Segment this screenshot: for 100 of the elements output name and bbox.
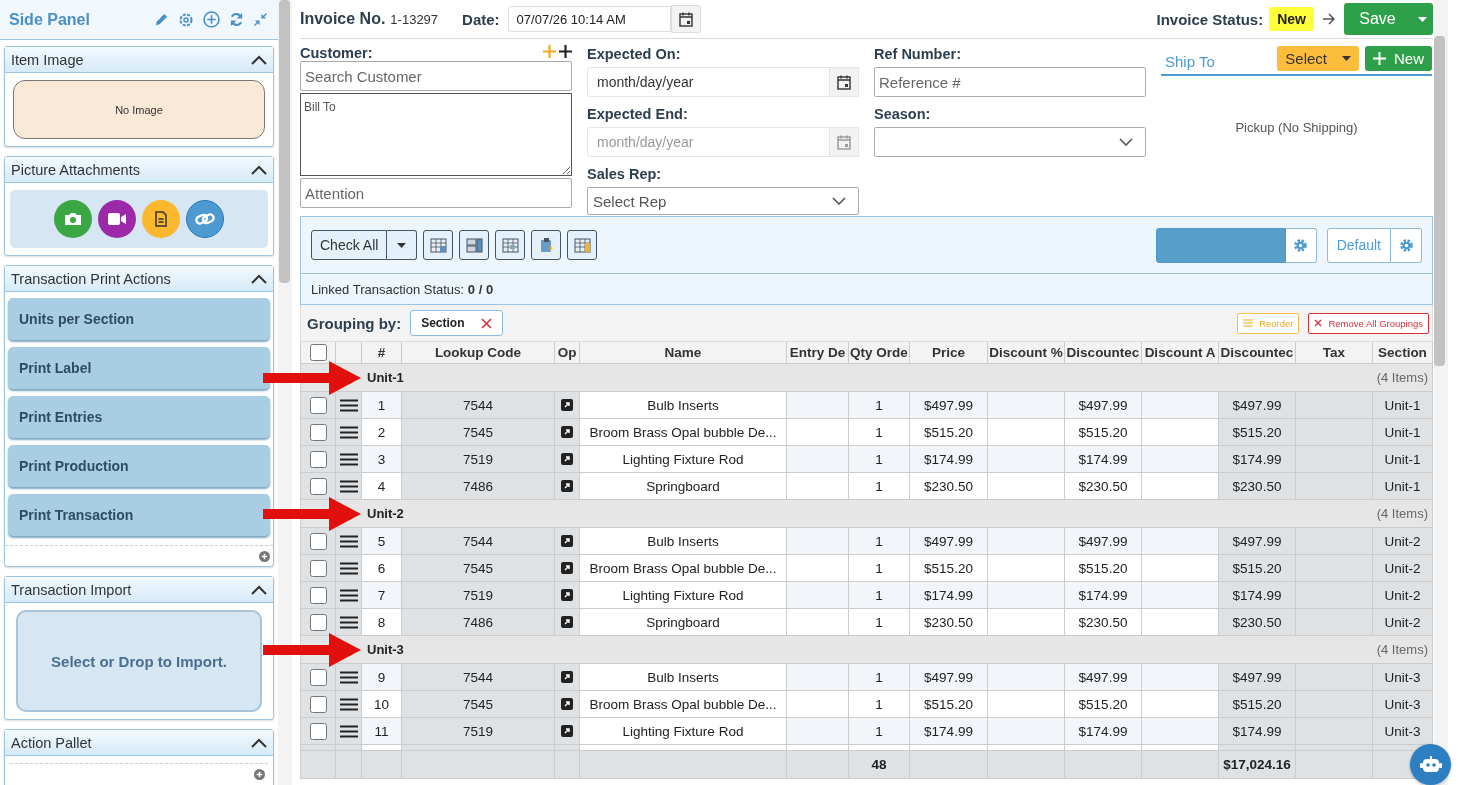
print-action-button[interactable]: Print Production (8, 445, 270, 487)
toolbar-button[interactable] (567, 230, 598, 260)
menu-icon[interactable] (339, 588, 358, 602)
scrollbar-thumb[interactable] (1434, 36, 1445, 366)
grouping-chip[interactable]: Section (410, 310, 503, 336)
panel-header[interactable]: Transaction Import (5, 577, 273, 603)
menu-icon[interactable] (339, 670, 358, 684)
date-field[interactable]: 07/07/26 10:14 AM (507, 6, 671, 32)
panel-header[interactable]: Item Image (5, 47, 273, 73)
calendar-button[interactable] (830, 67, 859, 97)
select-dropdown-button[interactable]: Select (1277, 45, 1359, 71)
view-selector[interactable] (1155, 227, 1286, 263)
open-link-icon[interactable] (561, 399, 573, 411)
menu-icon[interactable] (339, 452, 358, 466)
table-cell: 1 (849, 691, 910, 718)
menu-icon[interactable] (339, 425, 358, 439)
open-link-icon[interactable] (561, 562, 573, 574)
menu-icon[interactable] (339, 479, 358, 493)
chevron-icon[interactable] (251, 273, 267, 284)
print-action-button[interactable]: Print Entries (8, 396, 270, 438)
open-link-icon[interactable] (561, 589, 573, 601)
video-camera-icon (107, 212, 127, 226)
open-link-icon[interactable] (561, 616, 573, 628)
open-link-icon[interactable] (561, 426, 573, 438)
menu-icon[interactable] (339, 534, 358, 548)
document-button[interactable] (142, 200, 180, 238)
row-checkbox[interactable] (309, 613, 327, 631)
check-all-dropdown-toggle[interactable] (387, 230, 418, 260)
row-checkbox[interactable] (309, 423, 327, 441)
ref-number-field[interactable]: Reference # (874, 67, 1146, 97)
row-checkbox[interactable] (309, 532, 327, 550)
table-cell: 7 (362, 582, 402, 609)
calendar-button[interactable] (670, 5, 701, 33)
table-cell: 7545 (402, 555, 555, 582)
menu-icon[interactable] (339, 615, 358, 629)
print-action-button[interactable]: Print Transaction (8, 494, 270, 536)
open-link-icon[interactable] (561, 453, 573, 465)
row-checkbox[interactable] (309, 722, 327, 740)
add-icon[interactable] (254, 769, 265, 780)
panel-header[interactable]: Picture Attachments (5, 157, 273, 183)
table-cell: 9 (362, 664, 402, 691)
settings-button[interactable] (1391, 227, 1422, 263)
select-all-checkbox[interactable] (309, 344, 327, 361)
refresh-icon[interactable] (229, 12, 244, 27)
row-checkbox[interactable] (309, 559, 327, 577)
import-dropzone[interactable]: Select or Drop to Import. (16, 610, 262, 712)
bill-to-field[interactable]: Bill To (300, 93, 572, 176)
remove-groupings-button[interactable]: Remove All Groupings (1308, 312, 1429, 334)
table-cell: Lighting Fixture Rod (580, 446, 787, 473)
menu-icon[interactable] (339, 697, 358, 711)
row-checkbox[interactable] (309, 450, 327, 468)
document-icon (155, 211, 167, 227)
menu-icon[interactable] (339, 398, 358, 412)
chevron-icon[interactable] (251, 164, 267, 175)
print-action-button[interactable]: Units per Section (8, 298, 270, 340)
print-action-button[interactable]: Print Label (8, 347, 270, 389)
camera-button[interactable] (54, 200, 92, 238)
attention-field[interactable]: Attention (300, 178, 572, 208)
open-link-icon[interactable] (561, 671, 573, 683)
video-button[interactable] (98, 200, 136, 238)
row-checkbox[interactable] (309, 396, 327, 414)
table-cell: Unit-3 (1373, 718, 1433, 745)
row-checkbox[interactable] (309, 695, 327, 713)
panel-header[interactable]: Action Pallet (5, 730, 273, 756)
link-button[interactable] (186, 200, 224, 238)
table-cell: Unit-3 (1373, 691, 1433, 718)
pencil-icon[interactable] (154, 12, 169, 27)
table-cell: 6 (362, 555, 402, 582)
sales-rep-select[interactable]: Select Rep (587, 187, 859, 215)
toolbar-button[interactable] (495, 230, 526, 260)
check-all-button[interactable]: Check All (311, 230, 388, 260)
camera-icon (64, 212, 82, 226)
row-checkbox[interactable] (309, 668, 327, 686)
toolbar-button[interactable] (423, 230, 454, 260)
plus-icon[interactable] (559, 44, 572, 58)
chevron-icon[interactable] (251, 737, 267, 748)
customer-search-field[interactable]: Search Customer (300, 61, 572, 91)
menu-icon[interactable] (339, 561, 358, 575)
row-checkbox[interactable] (309, 477, 327, 495)
date-field[interactable]: month/day/year (587, 67, 830, 97)
open-link-icon[interactable] (561, 725, 573, 737)
scrollbar-thumb[interactable] (279, 0, 290, 283)
add-icon[interactable] (259, 551, 270, 562)
compress-icon[interactable] (253, 12, 268, 27)
toolbar-button[interactable] (459, 230, 490, 260)
settings-icon[interactable] (178, 11, 194, 28)
open-link-icon[interactable] (561, 698, 573, 710)
save-dropdown-toggle[interactable] (1411, 3, 1433, 35)
toolbar-button[interactable] (531, 230, 562, 260)
menu-icon[interactable] (339, 724, 358, 738)
add-circle-icon[interactable] (203, 11, 220, 28)
chevron-icon[interactable] (251, 54, 267, 65)
settings-button[interactable] (1285, 227, 1317, 263)
chevron-icon[interactable] (251, 584, 267, 595)
open-link-icon[interactable] (561, 535, 573, 547)
close-icon[interactable] (480, 317, 492, 329)
spreadsheet-icon (573, 237, 591, 253)
open-link-icon[interactable] (561, 480, 573, 492)
panel-header[interactable]: Transaction Print Actions (5, 266, 273, 292)
row-checkbox[interactable] (309, 586, 327, 604)
